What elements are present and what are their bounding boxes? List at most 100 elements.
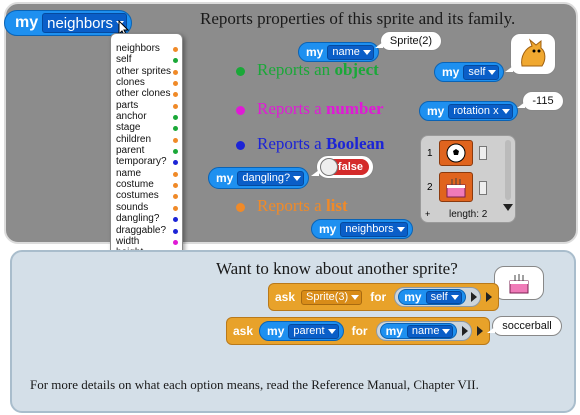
my-self-block[interactable]: my self xyxy=(434,62,505,82)
attribute-dropdown[interactable]: dangling? xyxy=(237,170,305,186)
item-handle[interactable] xyxy=(479,181,487,195)
menu-item[interactable]: name xyxy=(111,168,182,179)
block-keyword: my xyxy=(319,222,337,236)
dropdown-value: Sprite(3) xyxy=(306,291,349,303)
attribute-dropdown[interactable]: name xyxy=(406,324,454,338)
menu-item-label: other sprites xyxy=(116,65,172,77)
dropdown-value: self xyxy=(468,66,486,78)
my-rotation-x-block[interactable]: my rotation x xyxy=(419,101,518,121)
attribute-dropdown[interactable]: neighbors xyxy=(42,13,128,33)
block-keyword: my xyxy=(306,45,324,59)
attribute-dropdown[interactable]: rotation x xyxy=(448,103,513,119)
expand-arrow-icon[interactable] xyxy=(477,326,484,336)
menu-item[interactable]: other clones xyxy=(111,88,182,99)
menu-item[interactable]: draggable? xyxy=(111,225,182,236)
legend-word: number xyxy=(325,99,384,118)
menu-item-label: stage xyxy=(116,122,141,134)
legend-word: list xyxy=(325,196,348,215)
list-item xyxy=(439,172,473,202)
my-dangling-block[interactable]: my dangling? xyxy=(208,167,310,189)
ask-sprite-for-block[interactable]: ask Sprite(3) for my self xyxy=(268,283,499,311)
item-handle[interactable] xyxy=(479,146,487,160)
ask-keyword: ask xyxy=(275,290,296,304)
toggle-knob xyxy=(320,158,338,176)
chevron-down-icon xyxy=(362,49,371,55)
function-slot[interactable]: my self xyxy=(394,287,481,307)
dropdown-value: parent xyxy=(293,325,325,337)
menu-item[interactable]: temporary? xyxy=(111,156,182,167)
menu-item[interactable]: neighbors xyxy=(111,43,182,54)
block-keyword: my xyxy=(427,104,445,118)
menu-item[interactable]: other sprites xyxy=(111,66,182,77)
my-neighbors-list-block[interactable]: my neighbors xyxy=(311,219,413,239)
my-neighbors-block[interactable]: my neighbors xyxy=(4,10,133,36)
menu-item-label: sounds xyxy=(116,201,149,213)
type-dot-icon xyxy=(173,239,178,245)
menu-item[interactable]: costumes xyxy=(111,190,182,201)
menu-item[interactable]: dangling? xyxy=(111,213,182,224)
menu-item[interactable]: children xyxy=(111,134,182,145)
rotation-result-bubble: -115 xyxy=(517,91,564,111)
expand-arrow-icon[interactable] xyxy=(485,292,492,302)
my-parent-block[interactable]: my parent xyxy=(259,321,344,341)
menu-item-label: children xyxy=(116,133,152,145)
block-keyword: my xyxy=(404,290,422,304)
toggle-label: false xyxy=(337,161,363,173)
soccerball-icon xyxy=(446,143,466,163)
my-name-block[interactable]: my name xyxy=(379,323,458,339)
legend-number: Reports a number xyxy=(257,99,384,119)
menu-item-label: width xyxy=(116,235,140,247)
ask-keyword: ask xyxy=(233,324,254,338)
for-keyword: for xyxy=(370,290,387,304)
scrollbar[interactable] xyxy=(505,140,511,200)
chevron-down-icon xyxy=(396,226,405,232)
play-arrow-icon xyxy=(462,326,469,336)
menu-item[interactable]: costume xyxy=(111,179,182,190)
menu-item[interactable]: self xyxy=(111,54,182,65)
menu-item[interactable]: clones xyxy=(111,77,182,88)
menu-item-label: draggable? xyxy=(116,224,167,236)
type-dot-icon xyxy=(173,103,178,109)
menu-item-label: name xyxy=(116,167,142,179)
attribute-dropdown[interactable]: self xyxy=(425,290,462,304)
block-keyword: my xyxy=(267,324,285,338)
dropdown-value: name xyxy=(411,325,440,337)
menu-item-label: costumes xyxy=(116,190,159,202)
chevron-down-icon xyxy=(351,294,360,300)
attribute-dropdown[interactable]: name xyxy=(327,44,374,60)
self-result-bubble xyxy=(505,33,556,75)
list-watcher[interactable]: 1 2 + length: 2 xyxy=(420,135,516,223)
block-keyword: my xyxy=(216,171,234,185)
menu-item[interactable]: sounds xyxy=(111,202,182,213)
sprite-dropdown[interactable]: Sprite(3) xyxy=(301,289,363,305)
type-dot-icon xyxy=(173,183,178,189)
menu-item-label: anchor xyxy=(116,111,147,123)
parent-name-result-bubble: soccerball xyxy=(487,316,562,336)
type-dot-icon xyxy=(173,115,178,121)
attribute-dropdown[interactable]: parent xyxy=(288,323,339,339)
menu-item-label: clones xyxy=(116,77,145,89)
my-name-block[interactable]: my name xyxy=(298,42,379,62)
cake-icon xyxy=(509,274,529,294)
attribute-dropdown[interactable]: self xyxy=(463,64,500,80)
add-item-button[interactable]: + xyxy=(425,209,430,219)
resize-handle[interactable] xyxy=(503,204,513,211)
my-self-block[interactable]: my self xyxy=(398,289,466,305)
chevron-down-icon xyxy=(442,328,451,334)
menu-item[interactable]: parts xyxy=(111,100,182,111)
list-index: 1 xyxy=(427,148,433,159)
type-dot-icon xyxy=(173,81,178,87)
menu-item[interactable]: parent xyxy=(111,145,182,156)
object-dot xyxy=(236,67,245,76)
dropdown-value: name xyxy=(332,46,360,58)
attribute-dropdown[interactable]: neighbors xyxy=(340,221,408,237)
type-dot-icon xyxy=(173,160,178,166)
menu-item[interactable]: anchor xyxy=(111,111,182,122)
footer-note: For more details on what each option mea… xyxy=(30,377,479,392)
function-slot[interactable]: my name xyxy=(375,321,473,341)
type-dot-icon xyxy=(173,92,178,98)
ask-parent-for-block[interactable]: ask my parent for my name xyxy=(226,317,491,345)
menu-item[interactable]: stage xyxy=(111,122,182,133)
menu-item[interactable]: width xyxy=(111,236,182,247)
boolean-dot xyxy=(236,141,245,150)
